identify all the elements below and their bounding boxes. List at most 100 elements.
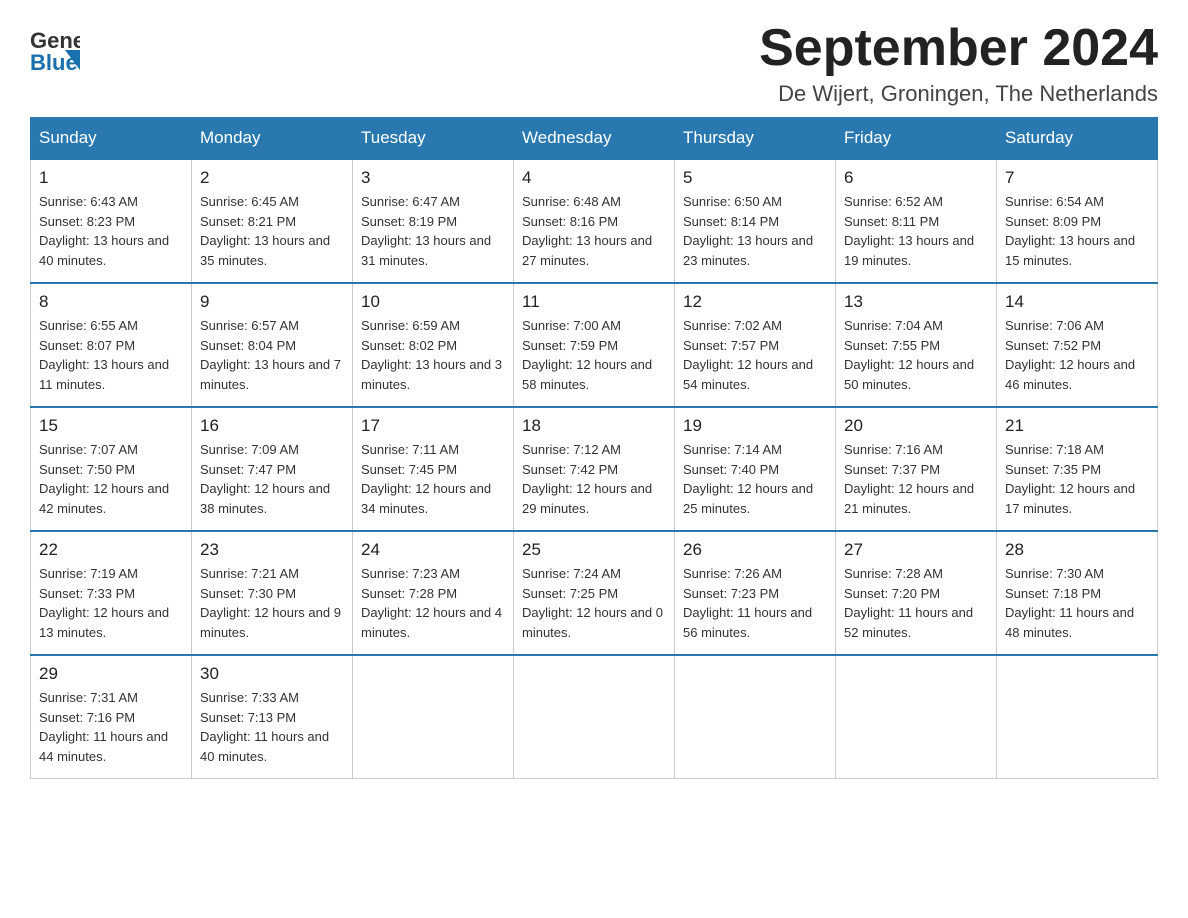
calendar-cell: 3Sunrise: 6:47 AMSunset: 8:19 PMDaylight… — [353, 159, 514, 283]
calendar-cell — [997, 655, 1158, 779]
calendar-cell: 28 Sunrise: 7:30 AMSunset: 7:18 PMDayligh… — [997, 531, 1158, 655]
day-number: 20 — [844, 416, 988, 436]
calendar-cell: 17 Sunrise: 7:11 AMSunset: 7:45 PMDayligh… — [353, 407, 514, 531]
day-info: Sunrise: 7:00 AMSunset: 7:59 PMDaylight:… — [522, 318, 652, 392]
location-subtitle: De Wijert, Groningen, The Netherlands — [759, 81, 1158, 107]
day-info: Sunrise: 6:59 AMSunset: 8:02 PMDaylight:… — [361, 318, 502, 392]
calendar-cell: 20 Sunrise: 7:16 AMSunset: 7:37 PMDayligh… — [836, 407, 997, 531]
day-info: Sunrise: 6:50 AMSunset: 8:14 PMDaylight:… — [683, 194, 813, 268]
day-number: 2 — [200, 168, 344, 188]
day-info: Sunrise: 7:07 AMSunset: 7:50 PMDaylight:… — [39, 442, 169, 516]
day-info: Sunrise: 7:19 AMSunset: 7:33 PMDaylight:… — [39, 566, 169, 640]
calendar-cell: 15 Sunrise: 7:07 AMSunset: 7:50 PMDayligh… — [31, 407, 192, 531]
day-info: Sunrise: 7:02 AMSunset: 7:57 PMDaylight:… — [683, 318, 813, 392]
page-header: General Blue September 2024 De Wijert, G… — [30, 20, 1158, 107]
calendar-cell — [836, 655, 997, 779]
calendar-cell: 18Sunrise: 7:12 AMSunset: 7:42 PMDayligh… — [514, 407, 675, 531]
calendar-week-row: 8Sunrise: 6:55 AMSunset: 8:07 PMDaylight… — [31, 283, 1158, 407]
day-number: 29 — [39, 664, 183, 684]
day-info: Sunrise: 7:28 AMSunset: 7:20 PMDaylight:… — [844, 566, 973, 640]
day-info: Sunrise: 7:33 AMSunset: 7:13 PMDaylight:… — [200, 690, 329, 764]
day-info: Sunrise: 7:16 AMSunset: 7:37 PMDaylight:… — [844, 442, 974, 516]
day-number: 25 — [522, 540, 666, 560]
day-number: 16 — [200, 416, 344, 436]
day-number: 24 — [361, 540, 505, 560]
day-info: Sunrise: 7:24 AMSunset: 7:25 PMDaylight:… — [522, 566, 663, 640]
day-info: Sunrise: 7:23 AMSunset: 7:28 PMDaylight:… — [361, 566, 502, 640]
day-number: 17 — [361, 416, 505, 436]
calendar-cell: 7 Sunrise: 6:54 AMSunset: 8:09 PMDaylight… — [997, 159, 1158, 283]
calendar-cell: 2Sunrise: 6:45 AMSunset: 8:21 PMDaylight… — [192, 159, 353, 283]
calendar-cell: 8Sunrise: 6:55 AMSunset: 8:07 PMDaylight… — [31, 283, 192, 407]
calendar-cell: 16 Sunrise: 7:09 AMSunset: 7:47 PMDayligh… — [192, 407, 353, 531]
calendar-cell: 30 Sunrise: 7:33 AMSunset: 7:13 PMDayligh… — [192, 655, 353, 779]
calendar-cell: 29 Sunrise: 7:31 AMSunset: 7:16 PMDayligh… — [31, 655, 192, 779]
calendar-cell: 21 Sunrise: 7:18 AMSunset: 7:35 PMDayligh… — [997, 407, 1158, 531]
day-info: Sunrise: 7:18 AMSunset: 7:35 PMDaylight:… — [1005, 442, 1135, 516]
day-info: Sunrise: 6:55 AMSunset: 8:07 PMDaylight:… — [39, 318, 169, 392]
day-number: 26 — [683, 540, 827, 560]
calendar-cell: 26 Sunrise: 7:26 AMSunset: 7:23 PMDayligh… — [675, 531, 836, 655]
day-number: 18 — [522, 416, 666, 436]
calendar-week-row: 15 Sunrise: 7:07 AMSunset: 7:50 PMDayligh… — [31, 407, 1158, 531]
weekday-header-monday: Monday — [192, 118, 353, 160]
logo: General Blue — [30, 20, 80, 75]
day-number: 9 — [200, 292, 344, 312]
calendar-cell: 14Sunrise: 7:06 AMSunset: 7:52 PMDayligh… — [997, 283, 1158, 407]
calendar-week-row: 1Sunrise: 6:43 AMSunset: 8:23 PMDaylight… — [31, 159, 1158, 283]
day-number: 11 — [522, 292, 666, 312]
day-number: 7 — [1005, 168, 1149, 188]
day-number: 10 — [361, 292, 505, 312]
calendar-cell: 12 Sunrise: 7:02 AMSunset: 7:57 PMDayligh… — [675, 283, 836, 407]
calendar-cell: 22 Sunrise: 7:19 AMSunset: 7:33 PMDayligh… — [31, 531, 192, 655]
day-number: 30 — [200, 664, 344, 684]
day-info: Sunrise: 6:57 AMSunset: 8:04 PMDaylight:… — [200, 318, 341, 392]
calendar-week-row: 29 Sunrise: 7:31 AMSunset: 7:16 PMDayligh… — [31, 655, 1158, 779]
logo-icon: General Blue — [30, 20, 80, 75]
calendar-cell: 19Sunrise: 7:14 AMSunset: 7:40 PMDayligh… — [675, 407, 836, 531]
calendar-header-row: SundayMondayTuesdayWednesdayThursdayFrid… — [31, 118, 1158, 160]
calendar-cell — [675, 655, 836, 779]
weekday-header-wednesday: Wednesday — [514, 118, 675, 160]
day-info: Sunrise: 6:54 AMSunset: 8:09 PMDaylight:… — [1005, 194, 1135, 268]
day-info: Sunrise: 6:52 AMSunset: 8:11 PMDaylight:… — [844, 194, 974, 268]
day-number: 1 — [39, 168, 183, 188]
day-info: Sunrise: 7:31 AMSunset: 7:16 PMDaylight:… — [39, 690, 168, 764]
calendar-cell: 27 Sunrise: 7:28 AMSunset: 7:20 PMDayligh… — [836, 531, 997, 655]
calendar-cell: 23Sunrise: 7:21 AMSunset: 7:30 PMDayligh… — [192, 531, 353, 655]
day-number: 28 — [1005, 540, 1149, 560]
day-info: Sunrise: 7:09 AMSunset: 7:47 PMDaylight:… — [200, 442, 330, 516]
day-info: Sunrise: 6:48 AMSunset: 8:16 PMDaylight:… — [522, 194, 652, 268]
day-number: 19 — [683, 416, 827, 436]
calendar-cell: 24 Sunrise: 7:23 AMSunset: 7:28 PMDayligh… — [353, 531, 514, 655]
calendar-cell: 1Sunrise: 6:43 AMSunset: 8:23 PMDaylight… — [31, 159, 192, 283]
day-number: 3 — [361, 168, 505, 188]
day-number: 5 — [683, 168, 827, 188]
weekday-header-tuesday: Tuesday — [353, 118, 514, 160]
day-number: 13 — [844, 292, 988, 312]
day-number: 27 — [844, 540, 988, 560]
calendar-cell: 25 Sunrise: 7:24 AMSunset: 7:25 PMDayligh… — [514, 531, 675, 655]
day-number: 21 — [1005, 416, 1149, 436]
calendar-cell: 11 Sunrise: 7:00 AMSunset: 7:59 PMDayligh… — [514, 283, 675, 407]
calendar-cell — [353, 655, 514, 779]
day-info: Sunrise: 7:30 AMSunset: 7:18 PMDaylight:… — [1005, 566, 1134, 640]
day-number: 23 — [200, 540, 344, 560]
day-info: Sunrise: 7:26 AMSunset: 7:23 PMDaylight:… — [683, 566, 812, 640]
calendar-cell: 4 Sunrise: 6:48 AMSunset: 8:16 PMDaylight… — [514, 159, 675, 283]
calendar-cell: 10 Sunrise: 6:59 AMSunset: 8:02 PMDayligh… — [353, 283, 514, 407]
day-number: 15 — [39, 416, 183, 436]
calendar-cell — [514, 655, 675, 779]
calendar-cell: 13Sunrise: 7:04 AMSunset: 7:55 PMDayligh… — [836, 283, 997, 407]
weekday-header-friday: Friday — [836, 118, 997, 160]
day-number: 12 — [683, 292, 827, 312]
weekday-header-sunday: Sunday — [31, 118, 192, 160]
day-number: 4 — [522, 168, 666, 188]
month-title: September 2024 — [759, 20, 1158, 77]
day-info: Sunrise: 7:11 AMSunset: 7:45 PMDaylight:… — [361, 442, 491, 516]
day-number: 6 — [844, 168, 988, 188]
title-area: September 2024 De Wijert, Groningen, The… — [759, 20, 1158, 107]
svg-text:Blue: Blue — [30, 50, 78, 75]
day-number: 22 — [39, 540, 183, 560]
calendar-week-row: 22 Sunrise: 7:19 AMSunset: 7:33 PMDayligh… — [31, 531, 1158, 655]
